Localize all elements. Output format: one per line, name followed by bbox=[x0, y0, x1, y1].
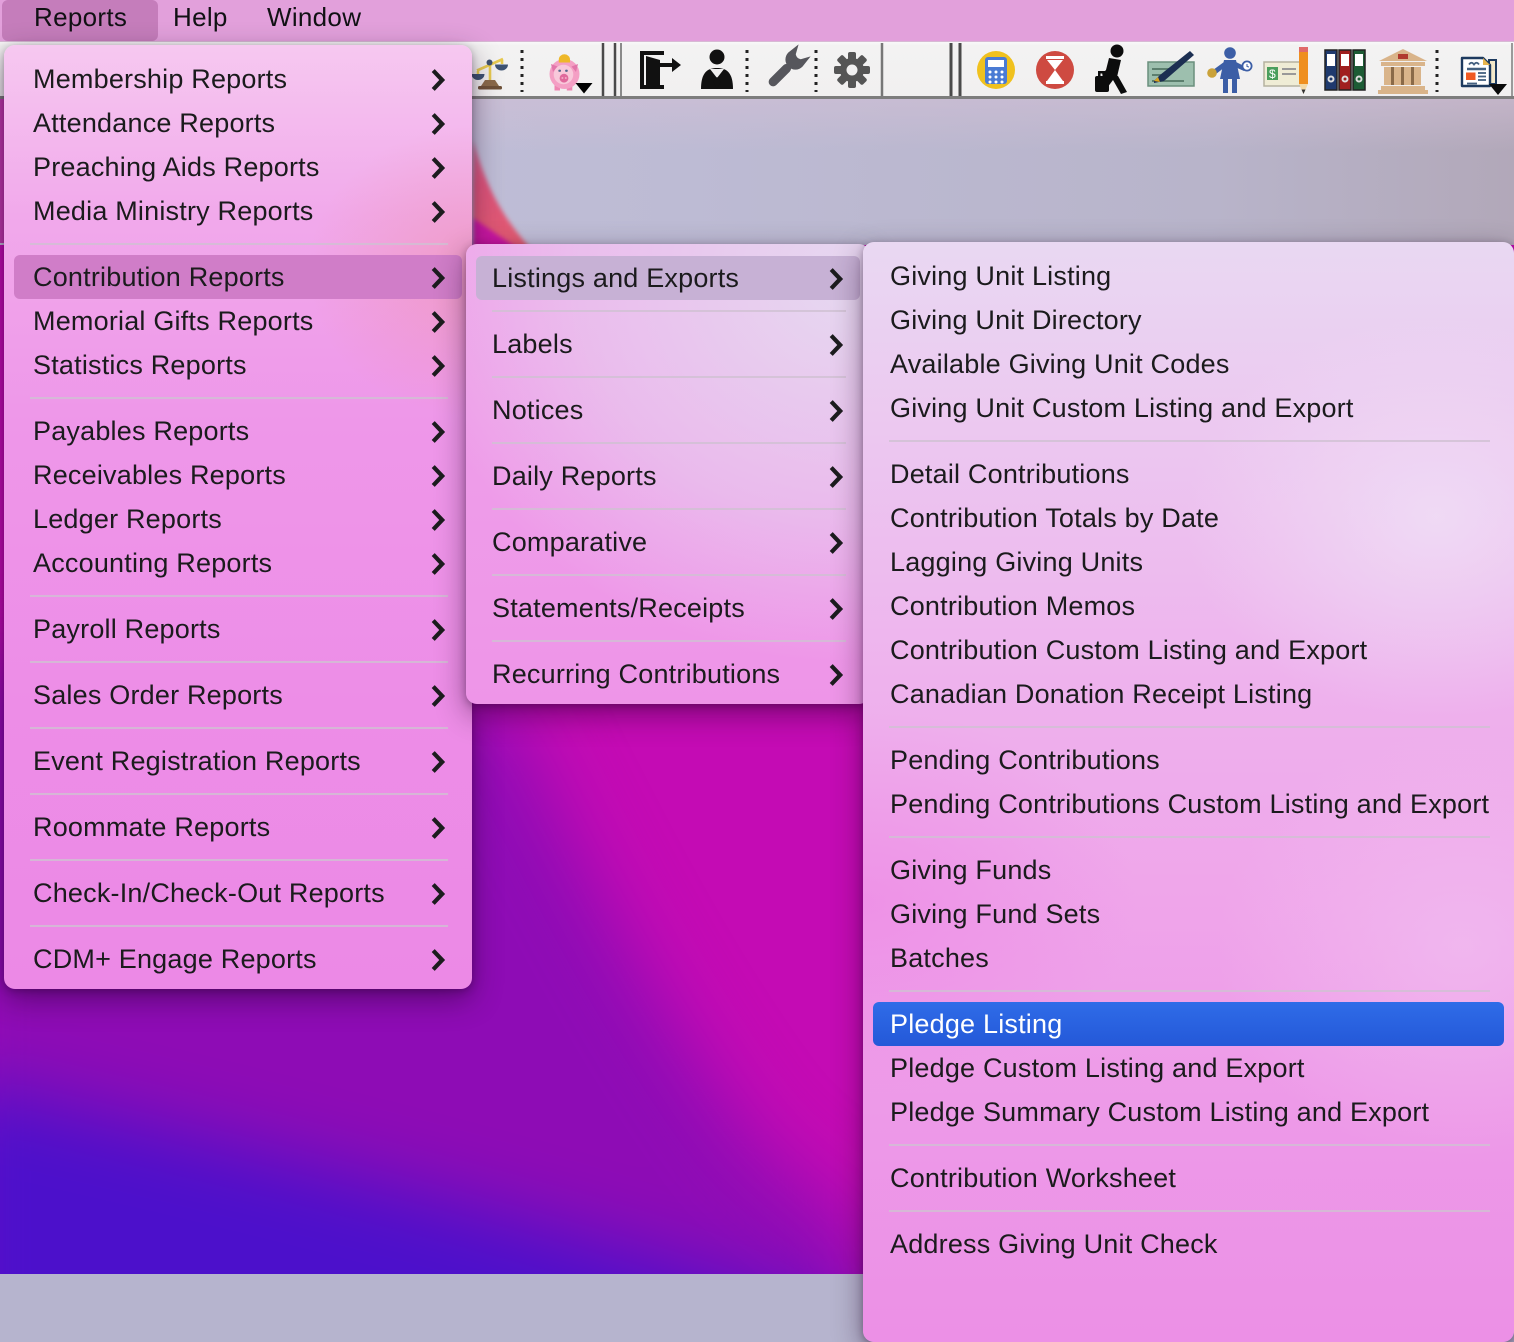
svg-text:$: $ bbox=[1269, 67, 1276, 81]
